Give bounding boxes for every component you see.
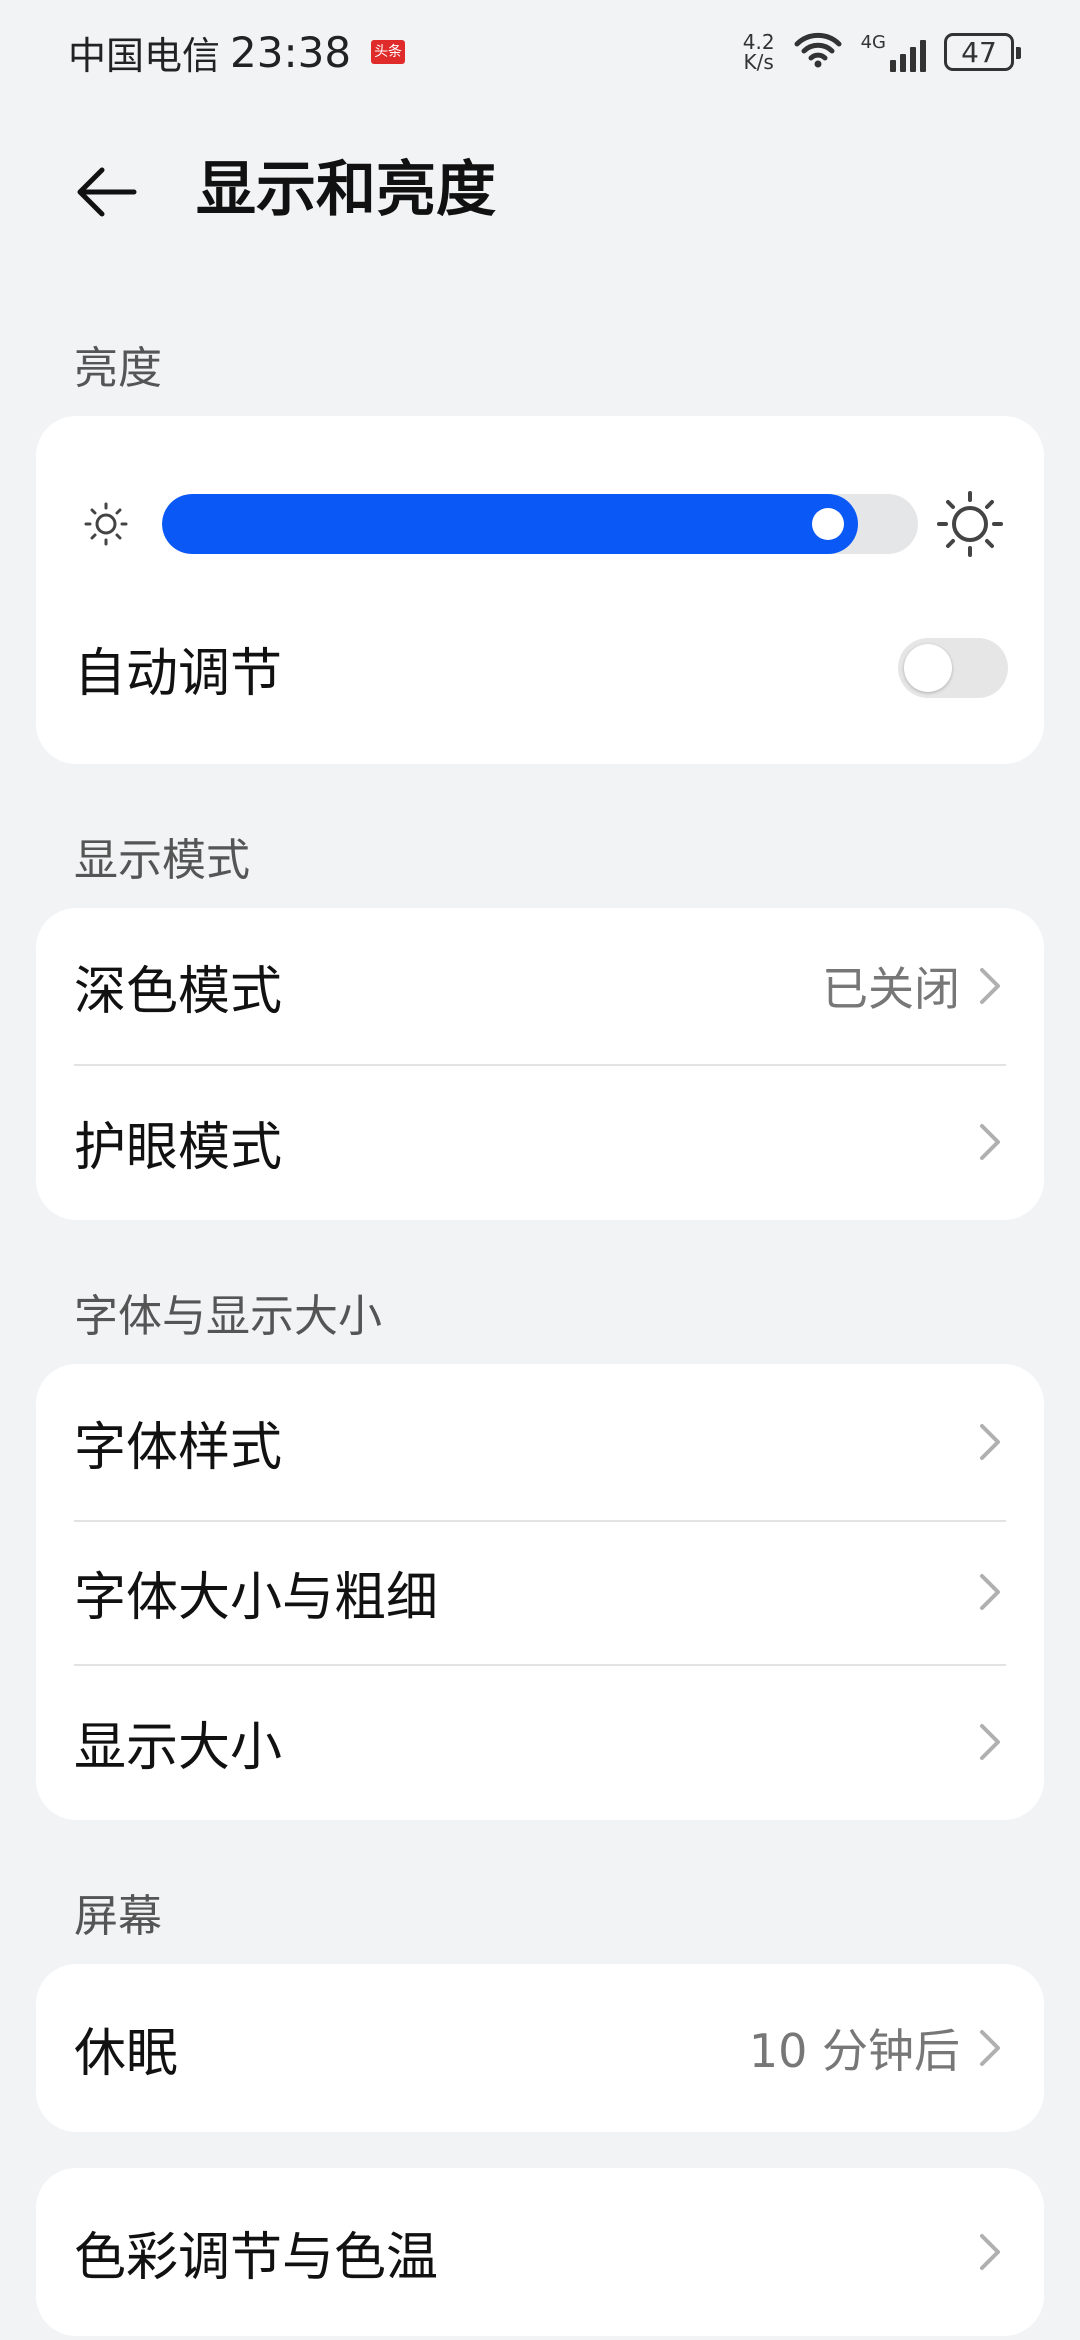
color-temperature-label: 色彩调节与色温 <box>74 2227 439 2288</box>
back-arrow-icon <box>77 167 137 217</box>
network-type: 4G <box>860 32 886 53</box>
auto-brightness-row[interactable]: 自动调节 <box>36 620 1044 716</box>
font-size-row[interactable]: 字体大小与粗细 <box>36 1520 1044 1664</box>
chevron-right-icon <box>980 968 1000 1004</box>
brightness-slider-fill <box>162 494 858 554</box>
section-label-font-display: 字体与显示大小 <box>74 1291 382 1342</box>
toggle-knob <box>904 644 952 692</box>
brightness-slider[interactable] <box>162 494 918 554</box>
dark-mode-status: 已关闭 <box>822 962 960 1016</box>
sleep-label: 休眠 <box>74 2023 179 2084</box>
auto-brightness-label: 自动调节 <box>74 643 283 704</box>
sleep-row[interactable]: 休眠 10 分钟后 <box>36 1964 1044 2132</box>
network-speed: 4.2 K/s <box>743 32 775 72</box>
news-app-notification-icon: 头条 <box>371 40 406 64</box>
font-size-label: 字体大小与粗细 <box>74 1567 439 1628</box>
section-label-brightness: 亮度 <box>74 343 162 394</box>
eye-comfort-row[interactable]: 护眼模式 <box>36 1064 1044 1220</box>
chevron-right-icon <box>980 1124 1000 1160</box>
chevron-right-icon <box>980 1424 1000 1460</box>
display-mode-card: 深色模式 已关闭 护眼模式 <box>36 908 1044 1220</box>
brightness-slider-handle[interactable] <box>812 508 844 540</box>
section-label-screen: 屏幕 <box>74 1891 162 1942</box>
color-card: 色彩调节与色温 <box>36 2168 1044 2336</box>
eye-comfort-label: 护眼模式 <box>74 1117 283 1178</box>
status-bar: 中国电信 23:38 头条 4.2 K/s 4G 47 <box>0 0 1080 104</box>
font-display-card: 字体样式 字体大小与粗细 显示大小 <box>36 1364 1044 1820</box>
page-header: 显示和亮度 <box>0 130 1080 250</box>
back-button[interactable] <box>70 156 142 228</box>
chevron-right-icon <box>980 2030 1000 2066</box>
wifi-icon <box>793 30 843 74</box>
auto-brightness-toggle[interactable] <box>898 638 1008 698</box>
chevron-right-icon <box>980 1724 1000 1760</box>
sleep-value: 10 分钟后 <box>748 2024 960 2078</box>
carrier-name: 中国电信 <box>68 33 221 78</box>
brightness-card: 自动调节 <box>36 416 1044 764</box>
chevron-right-icon <box>980 1574 1000 1610</box>
network-speed-value: 4.2 <box>742 30 775 54</box>
font-style-row[interactable]: 字体样式 <box>36 1364 1044 1520</box>
dark-mode-row[interactable]: 深色模式 已关闭 <box>36 908 1044 1064</box>
sleep-card: 休眠 10 分钟后 <box>36 1964 1044 2132</box>
display-size-row[interactable]: 显示大小 <box>36 1664 1044 1820</box>
color-temperature-row[interactable]: 色彩调节与色温 <box>36 2168 1044 2336</box>
cellular-signal-icon: 4G <box>861 32 926 72</box>
brightness-low-icon <box>82 500 130 548</box>
battery-level: 47 <box>961 35 997 69</box>
page-title: 显示和亮度 <box>196 155 496 225</box>
font-style-label: 字体样式 <box>74 1417 283 1478</box>
section-label-display-mode: 显示模式 <box>74 835 250 886</box>
battery-icon: 47 <box>944 33 1021 71</box>
network-speed-unit: K/s <box>743 50 774 74</box>
dark-mode-label: 深色模式 <box>74 961 283 1022</box>
chevron-right-icon <box>980 2234 1000 2270</box>
display-size-label: 显示大小 <box>74 1717 283 1778</box>
status-time: 23:38 <box>230 27 352 77</box>
brightness-high-icon <box>936 490 1004 558</box>
